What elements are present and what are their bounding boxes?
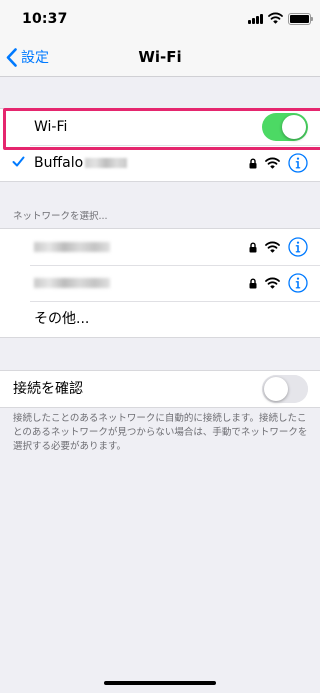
network-row[interactable]	[0, 229, 320, 265]
lock-icon	[249, 278, 257, 289]
current-network-row[interactable]: Buffalo	[0, 145, 320, 181]
ask-to-join-group: 接続を確認	[0, 370, 320, 408]
ask-to-join-toggle[interactable]	[262, 375, 308, 403]
other-network-label: その他...	[34, 311, 90, 327]
redacted-text	[85, 158, 128, 168]
network-row[interactable]	[0, 265, 320, 301]
toggle-knob	[282, 115, 306, 139]
checkmark-icon	[12, 156, 25, 167]
current-network-name: Buffalo	[34, 155, 84, 171]
info-icon[interactable]	[288, 153, 308, 173]
info-icon[interactable]	[288, 237, 308, 257]
redacted-network-name	[34, 278, 110, 288]
network-section-header: ネットワークを選択...	[13, 211, 108, 222]
ask-to-join-label: 接続を確認	[13, 381, 83, 397]
wifi-label: Wi-Fi	[34, 119, 68, 135]
network-list: その他...	[0, 228, 320, 338]
wifi-toggle[interactable]	[262, 113, 308, 141]
wifi-icon	[265, 241, 280, 253]
wifi-icon	[265, 277, 280, 289]
lock-icon	[249, 158, 257, 169]
ask-to-join-description: 接続したことのあるネットワークに自動的に接続します。接続したことのあるネットワー…	[13, 413, 308, 452]
home-indicator[interactable]	[104, 681, 216, 685]
wifi-icon	[265, 157, 280, 169]
navigation-bar: 設定 Wi-Fi	[0, 38, 320, 77]
toggle-knob	[264, 377, 288, 401]
ask-to-join-row: 接続を確認	[0, 371, 320, 407]
info-icon[interactable]	[288, 273, 308, 293]
wifi-toggle-row: Wi-Fi	[0, 109, 320, 145]
status-time: 10:37	[22, 11, 68, 27]
wifi-status-icon	[268, 12, 283, 24]
signal-icon	[248, 14, 264, 24]
page-title: Wi-Fi	[138, 48, 182, 66]
wifi-group: Wi-Fi Buffalo	[0, 108, 320, 182]
status-bar: 10:37	[0, 0, 320, 38]
other-network-row[interactable]: その他...	[0, 301, 320, 337]
redacted-network-name	[34, 242, 110, 252]
lock-icon	[249, 242, 257, 253]
battery-icon	[288, 13, 313, 25]
